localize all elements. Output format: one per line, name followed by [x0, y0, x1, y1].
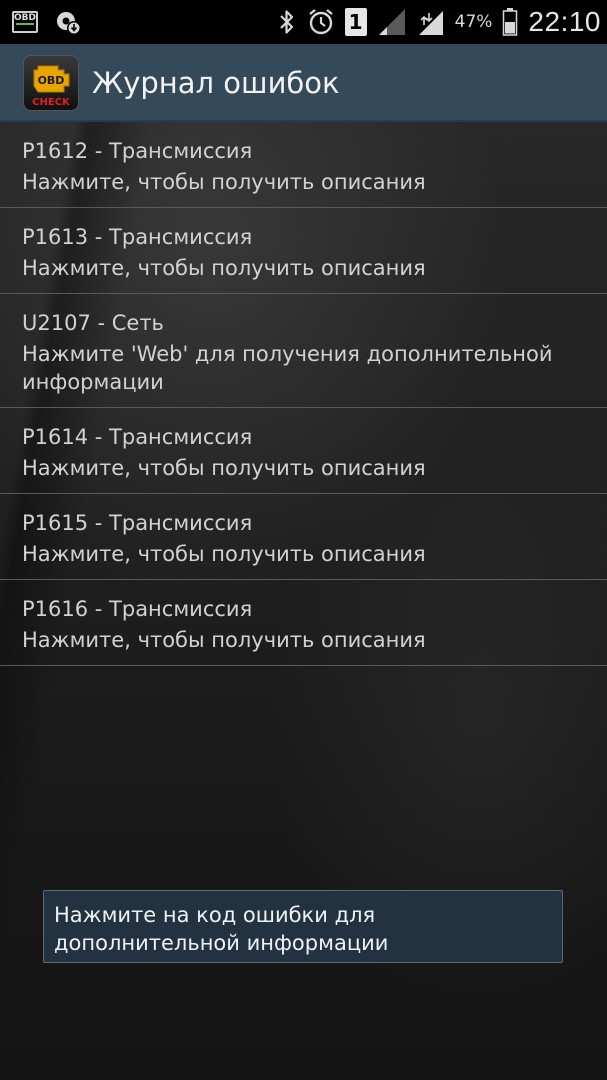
- status-bar: OBD 1 47% 22:10: [0, 0, 607, 44]
- toast-message: Нажмите на код ошибки для дополнительной…: [43, 890, 563, 963]
- error-list-item[interactable]: P1613 - Трансмиссия Нажмите, чтобы получ…: [0, 208, 607, 294]
- status-bar-notifications: OBD: [12, 7, 82, 37]
- action-bar: OBD CHECK Журнал ошибок: [0, 44, 607, 122]
- signal-icon: [418, 11, 443, 35]
- error-description: Нажмите 'Web' для получения дополнительн…: [22, 342, 553, 394]
- error-list: P1612 - Трансмиссия Нажмите, чтобы получ…: [0, 122, 607, 666]
- sim-slot-indicator: 1: [344, 8, 367, 36]
- error-description: Нажмите, чтобы получить описания: [22, 170, 426, 194]
- error-description: Нажмите, чтобы получить описания: [22, 542, 426, 566]
- app-icon-obd-text: OBD: [38, 74, 65, 87]
- error-code: P1615 - Трансмиссия: [22, 511, 253, 535]
- bluetooth-icon: [279, 10, 293, 34]
- obd-notification-icon: OBD: [12, 11, 38, 33]
- obd-notification-label: OBD: [14, 13, 36, 23]
- obd-notification-arrows: [16, 23, 34, 29]
- error-description: Нажмите, чтобы получить описания: [22, 256, 426, 280]
- error-description: Нажмите, чтобы получить описания: [22, 456, 426, 480]
- battery-icon: [503, 8, 518, 36]
- battery-percent: 47%: [454, 12, 493, 32]
- error-description: Нажмите, чтобы получить описания: [22, 628, 426, 652]
- engine-check-icon: OBD CHECK: [32, 65, 71, 108]
- error-list-item[interactable]: P1616 - Трансмиссия Нажмите, чтобы получ…: [0, 580, 607, 666]
- error-list-item[interactable]: U2107 - Сеть Нажмите 'Web' для получения…: [0, 294, 607, 408]
- clock: 22:10: [528, 6, 601, 37]
- status-bar-system: 1 47% 22:10: [277, 5, 601, 39]
- error-list-item[interactable]: P1612 - Трансмиссия Нажмите, чтобы получ…: [0, 122, 607, 208]
- error-code: P1614 - Трансмиссия: [22, 425, 253, 449]
- settings-download-icon: [57, 12, 81, 35]
- error-code: U2107 - Сеть: [22, 311, 164, 335]
- error-code: P1613 - Трансмиссия: [22, 225, 253, 249]
- error-code: P1612 - Трансмиссия: [22, 139, 253, 163]
- app-icon-check-text: CHECK: [32, 97, 71, 108]
- sim-signal-icon: [378, 9, 405, 35]
- error-code: P1616 - Трансмиссия: [22, 597, 253, 621]
- obd-check-app-icon[interactable]: OBD CHECK: [24, 56, 78, 110]
- alarm-icon: [308, 9, 333, 35]
- error-list-item[interactable]: P1614 - Трансмиссия Нажмите, чтобы получ…: [0, 408, 607, 494]
- page-title: Журнал ошибок: [92, 66, 340, 100]
- error-list-item[interactable]: P1615 - Трансмиссия Нажмите, чтобы получ…: [0, 494, 607, 580]
